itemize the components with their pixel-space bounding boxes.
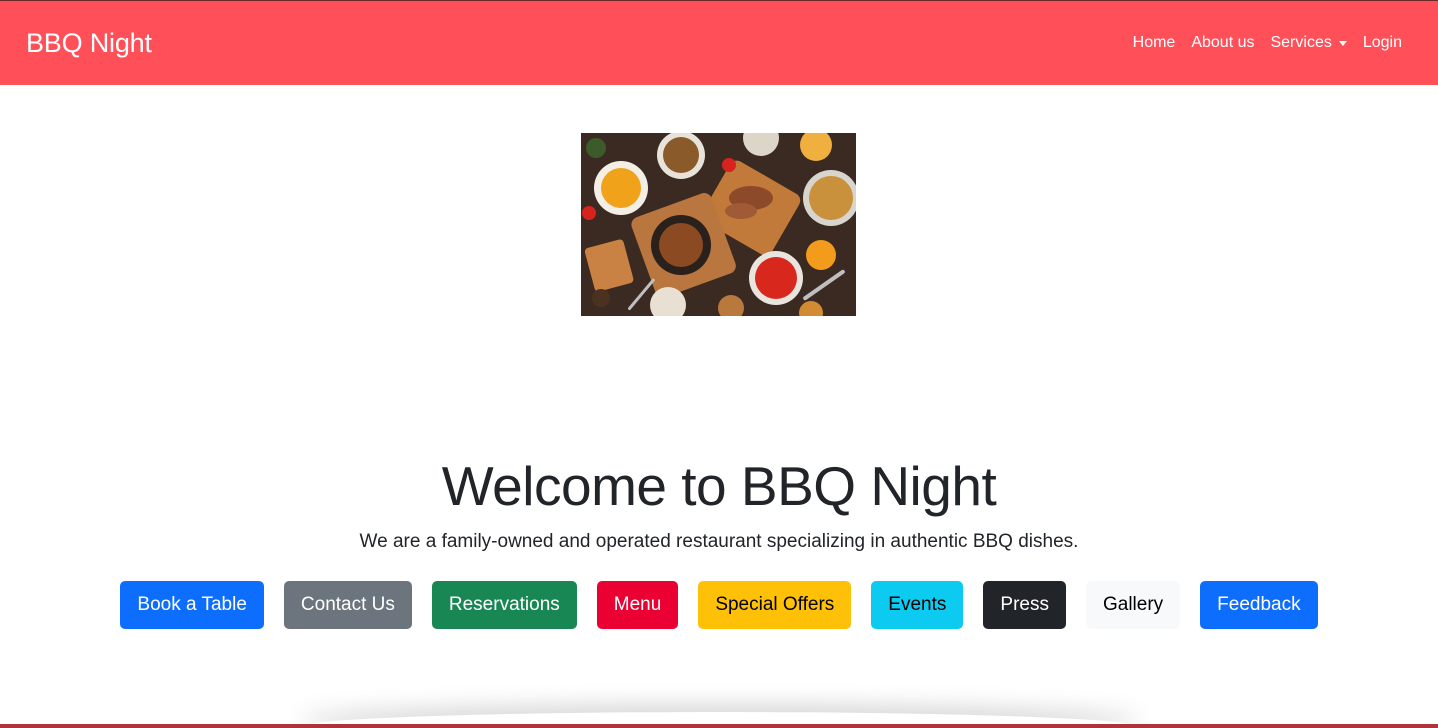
nav-dropdown-services[interactable]: Services — [1270, 33, 1347, 53]
action-buttons: Book a Table Contact Us Reservations Men… — [0, 581, 1438, 629]
nav-link-login[interactable]: Login — [1363, 33, 1402, 53]
nav-dropdown-services-label: Services — [1270, 34, 1332, 51]
press-button[interactable]: Press — [983, 581, 1066, 629]
contact-us-button[interactable]: Contact Us — [283, 581, 412, 629]
food-platter-image — [581, 133, 856, 316]
nav-links: Home About us Services Login — [1133, 33, 1402, 53]
events-button[interactable]: Events — [871, 581, 964, 629]
gallery-button[interactable]: Gallery — [1085, 581, 1181, 629]
welcome-subtitle: We are a family-owned and operated resta… — [359, 531, 1079, 552]
reservations-button[interactable]: Reservations — [431, 581, 577, 629]
brand-link[interactable]: BBQ Night — [26, 27, 152, 59]
feedback-button[interactable]: Feedback — [1200, 581, 1318, 629]
caret-down-icon — [1338, 41, 1347, 46]
welcome-title: Welcome to BBQ Night — [441, 455, 997, 517]
footer-edge — [0, 724, 1438, 728]
navbar: BBQ Night Home About us Services Login — [0, 0, 1438, 85]
nav-link-about[interactable]: About us — [1191, 33, 1254, 53]
nav-link-home[interactable]: Home — [1133, 33, 1176, 53]
page: BBQ Night Home About us Services Login W… — [0, 0, 1438, 728]
special-offers-button[interactable]: Special Offers — [698, 581, 852, 629]
book-table-button[interactable]: Book a Table — [120, 581, 264, 629]
menu-button[interactable]: Menu — [596, 581, 679, 629]
